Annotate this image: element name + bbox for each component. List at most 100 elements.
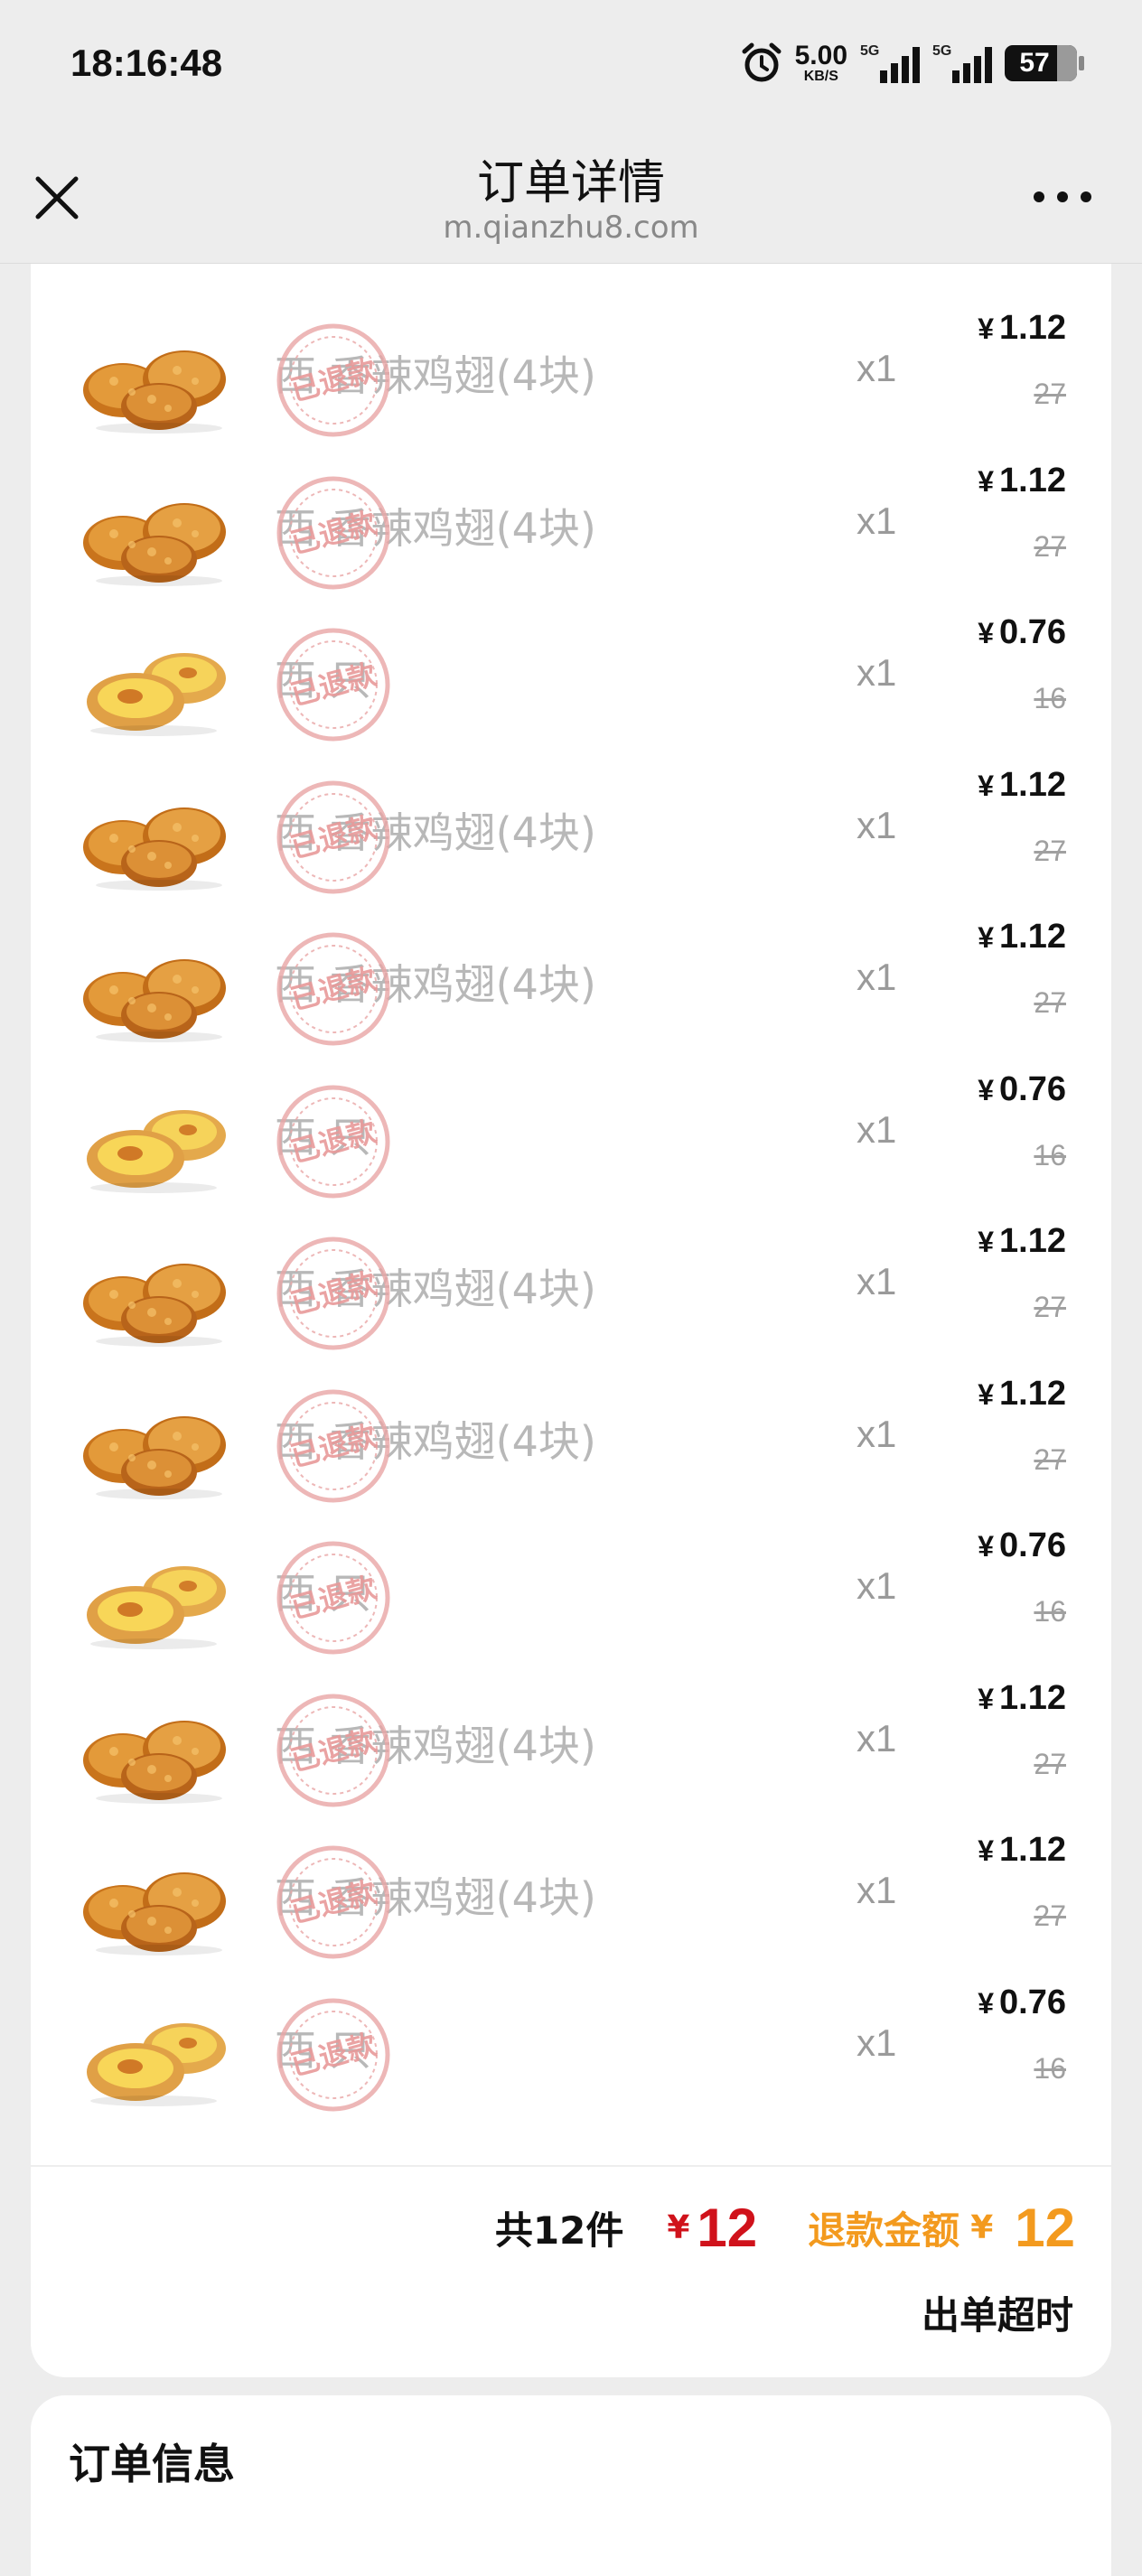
original-price: 27 (1034, 1747, 1066, 1780)
product-quantity: x1 (856, 1869, 897, 1911)
order-item[interactable]: 西 香辣鸡翅(4块) 已退款 x1 ¥1.12 27 (31, 1366, 1111, 1518)
price-currency: ¥ (978, 313, 995, 345)
order-item[interactable]: 西 只 已退款 x1 ¥0.76 16 (31, 1974, 1111, 2127)
original-price: 27 (1034, 1291, 1066, 1323)
original-price: 27 (1034, 1899, 1066, 1932)
product-quantity: x1 (856, 1107, 897, 1151)
order-item[interactable]: 西 香辣鸡翅(4块) 已退款 x1 ¥1.12 27 (31, 1213, 1111, 1366)
product-price: ¥0.76 (978, 1070, 1066, 1109)
more-options-icon[interactable] (1034, 188, 1091, 206)
original-price: 27 (1034, 378, 1066, 410)
product-price: ¥1.12 (978, 918, 1066, 957)
price-currency: ¥ (978, 1377, 995, 1411)
chicken-wings-image (83, 1415, 226, 1499)
net-speed: 5.00 KB/S (795, 42, 847, 84)
egg-tart-image (87, 653, 226, 736)
price-currency: ¥ (978, 1073, 995, 1106)
price-value: 1.12 (999, 461, 1066, 499)
product-quantity: x1 (856, 1412, 897, 1455)
refunded-stamp-icon: 已退款 (276, 1237, 390, 1350)
order-info-title: 订单信息 (69, 2440, 235, 2488)
alarm-icon (742, 42, 782, 82)
product-price: ¥1.12 (978, 1679, 1066, 1718)
price-value: 1.12 (999, 1831, 1066, 1869)
original-price: 16 (1034, 1595, 1066, 1628)
svg-text:已退款: 已退款 (287, 2027, 380, 2083)
refunded-stamp-icon: 已退款 (276, 628, 390, 742)
order-item[interactable]: 西 只 已退款 x1 ¥0.76 16 (31, 1517, 1111, 1670)
product-quantity: x1 (856, 347, 897, 389)
price-value: 0.76 (999, 1983, 1066, 2021)
original-price: 27 (1034, 529, 1066, 563)
price-currency: ¥ (978, 921, 995, 954)
order-item[interactable]: 西 香辣鸡翅(4块) 已退款 x1 ¥1.12 27 (31, 757, 1111, 910)
original-price: 27 (1034, 834, 1066, 867)
status-indicators: 5.00 KB/S 5G 5G 57 (741, 36, 1084, 90)
item-list: 西 香辣鸡翅(4块) 已退款 x1 ¥1.12 27 西 香辣鸡翅(4块) 已退… (31, 300, 1111, 2126)
product-quantity: x1 (856, 1564, 897, 1607)
price-value: 1.12 (999, 765, 1066, 804)
order-item[interactable]: 西 香辣鸡翅(4块) 已退款 x1 ¥1.12 27 (31, 909, 1111, 1061)
refunded-stamp-icon: 已退款 (276, 932, 390, 1046)
egg-tart-image (87, 1566, 226, 1649)
order-item[interactable]: 西 香辣鸡翅(4块) 已退款 x1 ¥1.12 27 (31, 453, 1111, 605)
svg-text:已退款: 已退款 (287, 1874, 380, 1930)
price-value: 0.76 (999, 1526, 1066, 1564)
status-bar: 18:16:48 5.00 KB/S 5G 5G 57 (0, 0, 1142, 126)
price-value: 1.12 (999, 918, 1066, 956)
svg-text:已退款: 已退款 (287, 657, 380, 713)
refunded-stamp-icon: 已退款 (276, 1085, 390, 1198)
order-status: 出单超时 (921, 2293, 1073, 2338)
product-quantity: x1 (856, 499, 897, 542)
page-url: m.qianzhu8.com (443, 210, 699, 246)
order-info-card: 订单信息 (31, 2395, 1111, 2576)
product-quantity: x1 (856, 1260, 897, 1302)
svg-text:已退款: 已退款 (287, 1265, 380, 1321)
order-summary: 共12件 ¥ 12 退款金额 ¥ 12 (495, 2197, 1075, 2259)
original-price: 27 (1034, 1442, 1066, 1476)
order-item[interactable]: 西 香辣鸡翅(4块) 已退款 x1 ¥1.12 27 (31, 1822, 1111, 1974)
svg-text:已退款: 已退款 (287, 1114, 380, 1170)
status-time: 18:16:48 (70, 42, 223, 84)
svg-text:已退款: 已退款 (287, 1570, 380, 1626)
egg-tart-image (87, 1109, 226, 1193)
order-item[interactable]: 西 香辣鸡翅(4块) 已退款 x1 ¥1.12 27 (31, 300, 1111, 453)
chicken-wings-image (83, 350, 226, 434)
chicken-wings-image (83, 502, 226, 586)
product-quantity: x1 (856, 803, 897, 846)
divider (31, 2165, 1111, 2167)
svg-text:已退款: 已退款 (287, 1418, 380, 1474)
refund-amount: 12 (1015, 2198, 1075, 2258)
price-currency: ¥ (978, 617, 995, 649)
product-price: ¥1.12 (978, 462, 1066, 500)
price-currency: ¥ (978, 1986, 995, 2020)
chicken-wings-image (83, 1720, 226, 1804)
price-value: 1.12 (999, 1374, 1066, 1413)
price-currency: ¥ (978, 464, 995, 498)
refunded-stamp-icon: 已退款 (276, 1541, 390, 1655)
price-value: 0.76 (999, 613, 1066, 651)
product-quantity: x1 (856, 956, 897, 998)
order-item[interactable]: 西 只 已退款 x1 ¥0.76 16 (31, 604, 1111, 757)
svg-text:已退款: 已退款 (287, 809, 380, 865)
original-price: 16 (1034, 682, 1066, 714)
original-price: 16 (1034, 2051, 1066, 2085)
price-currency: ¥ (978, 1834, 995, 1867)
battery-level: 57 (1019, 48, 1050, 78)
net-speed-unit: KB/S (803, 69, 838, 84)
svg-text:已退款: 已退款 (287, 505, 380, 561)
refunded-stamp-icon: 已退款 (276, 323, 390, 437)
svg-text:已退款: 已退款 (287, 352, 380, 408)
order-item[interactable]: 西 只 已退款 x1 ¥0.76 16 (31, 1061, 1111, 1214)
price-currency: ¥ (978, 1226, 995, 1258)
product-quantity: x1 (856, 1716, 897, 1759)
order-item[interactable]: 西 香辣鸡翅(4块) 已退款 x1 ¥1.12 27 (31, 1670, 1111, 1823)
order-items-card: 西 香辣鸡翅(4块) 已退款 x1 ¥1.12 27 西 香辣鸡翅(4块) 已退… (31, 264, 1111, 2377)
refunded-stamp-icon: 已退款 (276, 1845, 390, 1959)
product-price: ¥0.76 (978, 613, 1066, 652)
refunded-stamp-icon: 已退款 (276, 1998, 390, 2111)
price-value: 1.12 (999, 1678, 1066, 1717)
original-price: 16 (1034, 1138, 1066, 1171)
signal-label: 5G (860, 43, 880, 59)
chicken-wings-image (83, 807, 226, 891)
